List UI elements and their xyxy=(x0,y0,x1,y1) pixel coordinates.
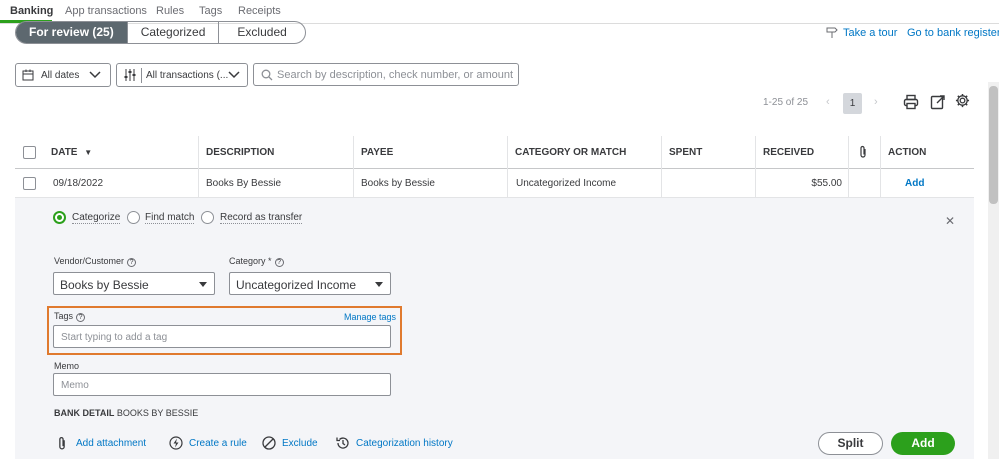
tab-tags[interactable]: Tags xyxy=(199,5,222,17)
col-description-header: DESCRIPTION xyxy=(206,147,275,158)
category-value: Uncategorized Income xyxy=(236,278,357,292)
segment-for-review[interactable]: For review (25) xyxy=(16,22,128,43)
vendor-customer-select[interactable]: Books by Bessie xyxy=(53,272,215,295)
transaction-filter-dropdown[interactable]: All transactions (... xyxy=(116,63,248,87)
close-icon[interactable]: ✕ xyxy=(945,214,955,228)
help-icon[interactable]: ? xyxy=(76,313,86,322)
create-rule-link[interactable]: Create a rule xyxy=(169,436,247,450)
row-description: Books By Bessie xyxy=(206,178,282,189)
row-payee: Books by Bessie xyxy=(361,178,435,189)
bank-detail-value: BOOKS BY BESSIE xyxy=(116,408,199,418)
add-attachment-link[interactable]: Add attachment xyxy=(59,437,147,450)
filter-divider xyxy=(141,68,142,83)
categorization-history-link[interactable]: Categorization history xyxy=(336,437,453,449)
tags-placeholder: Start typing to add a tag xyxy=(61,332,168,343)
add-attachment-label: Add attachment xyxy=(76,438,147,449)
tags-input[interactable]: Start typing to add a tag xyxy=(53,325,391,348)
find-match-radio[interactable] xyxy=(127,211,140,224)
search-placeholder: Search by description, check number, or … xyxy=(277,69,514,81)
history-icon xyxy=(336,437,349,449)
row-add-action[interactable]: Add xyxy=(905,169,924,198)
row-date: 09/18/2022 xyxy=(53,178,104,189)
export-icon[interactable] xyxy=(930,94,946,110)
caret-down-icon xyxy=(375,282,383,287)
current-page-button[interactable]: 1 xyxy=(843,93,862,114)
caret-down-icon xyxy=(199,282,207,287)
lightning-icon xyxy=(169,436,183,450)
table-row[interactable]: 09/18/2022 Books By Bessie Books by Bess… xyxy=(15,169,974,198)
calendar-icon xyxy=(22,69,34,81)
memo-input[interactable]: Memo xyxy=(53,373,391,396)
col-received-header: RECEIVED xyxy=(763,147,815,158)
col-payee-header: PAYEE xyxy=(361,147,394,158)
col-date-label: DATE xyxy=(51,147,78,158)
col-category-header: CATEGORY OR MATCH xyxy=(515,147,627,158)
chevron-down-icon xyxy=(228,71,240,79)
paperclip-icon xyxy=(59,437,65,450)
tab-banking[interactable]: Banking xyxy=(10,5,53,17)
vendor-customer-value: Books by Bessie xyxy=(60,278,149,292)
bank-detail-label: BANK DETAIL xyxy=(54,408,115,418)
exclude-label: Exclude xyxy=(282,438,318,449)
categorization-history-label: Categorization history xyxy=(356,438,453,449)
sort-down-icon: ▼ xyxy=(84,148,93,157)
segment-excluded[interactable]: Excluded xyxy=(219,22,304,43)
categorize-label[interactable]: Categorize xyxy=(72,212,121,224)
transaction-search-input[interactable]: Search by description, check number, or … xyxy=(253,63,519,86)
signpost-icon xyxy=(826,27,838,38)
vendor-customer-label: Vendor/Customer? xyxy=(54,256,137,267)
vendor-customer-label-text: Vendor/Customer xyxy=(54,256,125,266)
gear-icon[interactable] xyxy=(955,93,970,108)
paperclip-icon xyxy=(860,145,866,158)
transaction-filter-value: All transactions (... xyxy=(146,70,229,81)
table-header: DATE ▼ DESCRIPTION PAYEE CATEGORY OR MAT… xyxy=(15,136,974,169)
take-tour-label: Take a tour xyxy=(843,27,898,39)
next-page-icon[interactable]: › xyxy=(874,96,878,108)
bank-detail: BANK DETAIL BOOKS BY BESSIE xyxy=(54,408,198,418)
col-date-header[interactable]: DATE ▼ xyxy=(51,136,92,169)
help-icon[interactable]: ? xyxy=(274,258,284,267)
category-label-text: Category * xyxy=(229,256,272,266)
select-all-checkbox[interactable] xyxy=(23,146,36,159)
record-transfer-radio[interactable] xyxy=(201,211,214,224)
sliders-icon xyxy=(124,69,136,81)
tab-rules[interactable]: Rules xyxy=(156,5,184,17)
tab-receipts[interactable]: Receipts xyxy=(238,5,281,17)
chevron-down-icon xyxy=(89,71,101,79)
print-icon[interactable] xyxy=(903,94,919,110)
create-rule-label: Create a rule xyxy=(189,438,247,449)
search-icon xyxy=(261,69,273,81)
help-icon[interactable]: ? xyxy=(127,258,137,267)
category-label: Category *? xyxy=(229,256,284,267)
row-received: $55.00 xyxy=(811,178,842,189)
memo-label: Memo xyxy=(54,361,80,371)
go-to-bank-register-link[interactable]: Go to bank register xyxy=(907,27,999,39)
date-filter-value: All dates xyxy=(41,70,80,81)
manage-tags-link[interactable]: Manage tags xyxy=(344,312,396,322)
col-spent-header: SPENT xyxy=(669,147,703,158)
tags-label: Tags? xyxy=(54,311,86,322)
prev-page-icon[interactable]: ‹ xyxy=(826,96,830,108)
col-action-header: ACTION xyxy=(888,147,927,158)
page-scrollbar-thumb[interactable] xyxy=(989,86,998,204)
tags-label-text: Tags xyxy=(54,311,74,321)
row-category: Uncategorized Income xyxy=(516,178,617,189)
split-button[interactable]: Split xyxy=(818,432,883,455)
record-transfer-label[interactable]: Record as transfer xyxy=(220,212,303,224)
find-match-label[interactable]: Find match xyxy=(145,212,195,224)
segment-categorized[interactable]: Categorized xyxy=(128,22,220,43)
pager-range: 1-25 of 25 xyxy=(763,97,809,108)
row-checkbox[interactable] xyxy=(23,177,36,190)
take-tour-link[interactable]: Take a tour xyxy=(826,27,897,39)
tab-app-transactions[interactable]: App transactions xyxy=(65,5,147,17)
date-filter-dropdown[interactable]: All dates xyxy=(15,63,111,87)
block-icon xyxy=(262,436,276,450)
categorize-radio[interactable] xyxy=(53,211,66,224)
memo-placeholder: Memo xyxy=(61,380,89,391)
review-segmented-control: For review (25) Categorized Excluded xyxy=(15,21,306,44)
category-select[interactable]: Uncategorized Income xyxy=(229,272,391,295)
exclude-link[interactable]: Exclude xyxy=(262,436,318,450)
add-button[interactable]: Add xyxy=(891,432,955,455)
